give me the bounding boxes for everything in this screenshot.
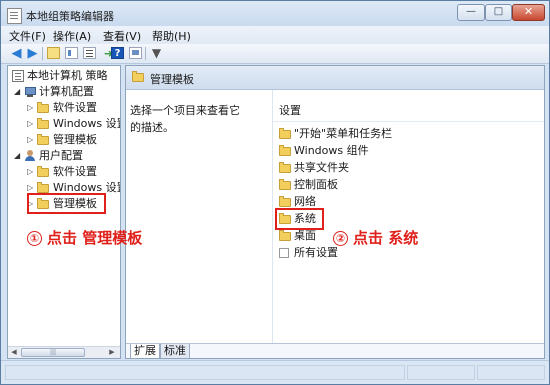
folder-icon [279, 196, 291, 207]
computer-icon [24, 86, 36, 98]
list-item-label: "开始"菜单和任务栏 [294, 127, 393, 140]
scroll-left-icon[interactable]: ◀ [8, 347, 20, 358]
status-cell-main [5, 365, 405, 380]
menu-view[interactable]: 查看(V) [103, 28, 141, 44]
menu-file[interactable]: 文件(F) [9, 28, 46, 44]
policy-editor-app-icon [7, 8, 22, 24]
close-button[interactable]: ✕ [512, 4, 545, 21]
column-header-divider [273, 121, 544, 122]
title-bar: 本地组策略编辑器 — □ ✕ [1, 1, 549, 29]
menu-action[interactable]: 操作(A) [53, 28, 91, 44]
tree-item-label: 用户配置 [39, 149, 83, 162]
details-pane: 管理模板 选择一个项目来查看它的描述。 设置 "开始"菜单和任务栏 Window… [125, 65, 545, 359]
folder-icon [37, 118, 49, 129]
toolbar-separator [42, 47, 43, 60]
annotation-step-2-number: ② [333, 231, 348, 246]
column-header-settings[interactable]: 设置 [279, 102, 301, 118]
folder-icon [37, 166, 49, 177]
maximize-button[interactable]: □ [485, 4, 512, 21]
details-header: 管理模板 [126, 66, 544, 90]
status-cell [477, 365, 545, 380]
status-cell [407, 365, 475, 380]
folder-icon [37, 134, 49, 145]
folder-icon [132, 71, 144, 82]
user-icon [24, 150, 36, 162]
scroll-right-icon[interactable]: ▶ [106, 347, 118, 358]
annotation-step-1: ① 点击 管理模板 [27, 227, 142, 248]
folder-icon [279, 145, 291, 156]
list-item-label: Windows 组件 [294, 144, 369, 157]
highlight-system [275, 208, 324, 230]
window-title: 本地组策略编辑器 [26, 10, 114, 23]
tree-pane: 本地计算机 策略 ◢ 计算机配置 ▷ 软件设置 ▷ Windows 设置 ▷ 管… [7, 65, 121, 359]
group-policy-editor-window: 本地组策略编辑器 — □ ✕ 文件(F) 操作(A) 查看(V) 帮助(H) ◀… [0, 0, 550, 385]
client-area: 本地计算机 策略 ◢ 计算机配置 ▷ 软件设置 ▷ Windows 设置 ▷ 管… [7, 65, 545, 359]
expander-open-icon[interactable]: ◢ [14, 148, 22, 164]
expander-closed-icon[interactable]: ▷ [27, 132, 35, 148]
view-tabs: 扩展 标准 [126, 343, 544, 358]
tree-item-computer-config[interactable]: ◢ 计算机配置 [8, 84, 120, 100]
policy-document-icon [12, 70, 24, 82]
tree-item-label: 管理模板 [53, 133, 97, 146]
all-settings-icon [279, 248, 289, 258]
annotation-step-1-number: ① [27, 231, 42, 246]
description-column: 选择一个项目来查看它的描述。 [126, 90, 273, 343]
folder-icon [279, 162, 291, 173]
highlight-admin-templates [27, 193, 106, 214]
annotation-step-2: ② 点击 系统 [333, 227, 418, 248]
list-item-label: 桌面 [294, 229, 316, 242]
list-view-icon[interactable] [83, 47, 96, 59]
help-icon[interactable]: ? [111, 47, 124, 59]
menu-bar: 文件(F) 操作(A) 查看(V) 帮助(H) [1, 26, 549, 44]
tree-horizontal-scrollbar[interactable]: ◀ ||| ▶ [8, 346, 120, 358]
folder-icon [279, 230, 291, 241]
back-arrow-icon[interactable]: ◀ [9, 46, 24, 61]
tree-item-label: 软件设置 [53, 165, 97, 178]
tree-item-label: 本地计算机 策略 [27, 69, 108, 82]
filter-icon[interactable]: ▼ [149, 46, 164, 61]
annotation-step-1-text: 点击 管理模板 [47, 229, 143, 247]
tree-item-cc-admin-templates[interactable]: ▷ 管理模板 [8, 132, 120, 148]
forward-arrow-icon[interactable]: ▶ [25, 46, 40, 61]
menu-help[interactable]: 帮助(H) [152, 28, 191, 44]
tree-item-label: Windows 设置 [53, 117, 120, 130]
details-header-title: 管理模板 [150, 73, 194, 86]
list-item-label: 控制面板 [294, 178, 338, 191]
annotation-step-2-text: 点击 系统 [353, 229, 419, 247]
folder-icon [279, 128, 291, 139]
tree-item-root[interactable]: 本地计算机 策略 [8, 68, 120, 84]
expander-closed-icon[interactable]: ▷ [27, 100, 35, 116]
tree-item-label: 计算机配置 [39, 85, 94, 98]
show-tree-icon[interactable] [65, 47, 78, 59]
tree-item-cc-software[interactable]: ▷ 软件设置 [8, 100, 120, 116]
list-item-label: 所有设置 [294, 246, 338, 259]
folder-icon [37, 182, 49, 193]
settings-list: 设置 "开始"菜单和任务栏 Windows 组件 共享文件夹 控制面板 网络 系… [273, 90, 544, 343]
expander-closed-icon[interactable]: ▷ [27, 116, 35, 132]
minimize-button[interactable]: — [457, 4, 485, 21]
tree-item-user-config[interactable]: ◢ 用户配置 [8, 148, 120, 164]
toolbar-separator [145, 47, 146, 60]
scroll-thumb[interactable]: ||| [21, 348, 85, 357]
list-item-label: 共享文件夹 [294, 161, 349, 174]
tab-extended[interactable]: 扩展 [130, 344, 160, 358]
description-text: 选择一个项目来查看它的描述。 [130, 104, 240, 134]
properties-icon[interactable] [129, 47, 142, 59]
expander-open-icon[interactable]: ◢ [14, 84, 22, 100]
folder-icon [279, 179, 291, 190]
toolbar: ◀ ▶ ➜ ? ▼ [1, 44, 549, 64]
expander-closed-icon[interactable]: ▷ [27, 164, 35, 180]
tree-item-uc-software[interactable]: ▷ 软件设置 [8, 164, 120, 180]
tree-item-cc-windows-settings[interactable]: ▷ Windows 设置 [8, 116, 120, 132]
tree-item-label: 软件设置 [53, 101, 97, 114]
tab-standard[interactable]: 标准 [160, 344, 190, 358]
folder-icon [37, 102, 49, 113]
status-bar [1, 360, 549, 384]
up-folder-icon[interactable] [47, 47, 60, 59]
